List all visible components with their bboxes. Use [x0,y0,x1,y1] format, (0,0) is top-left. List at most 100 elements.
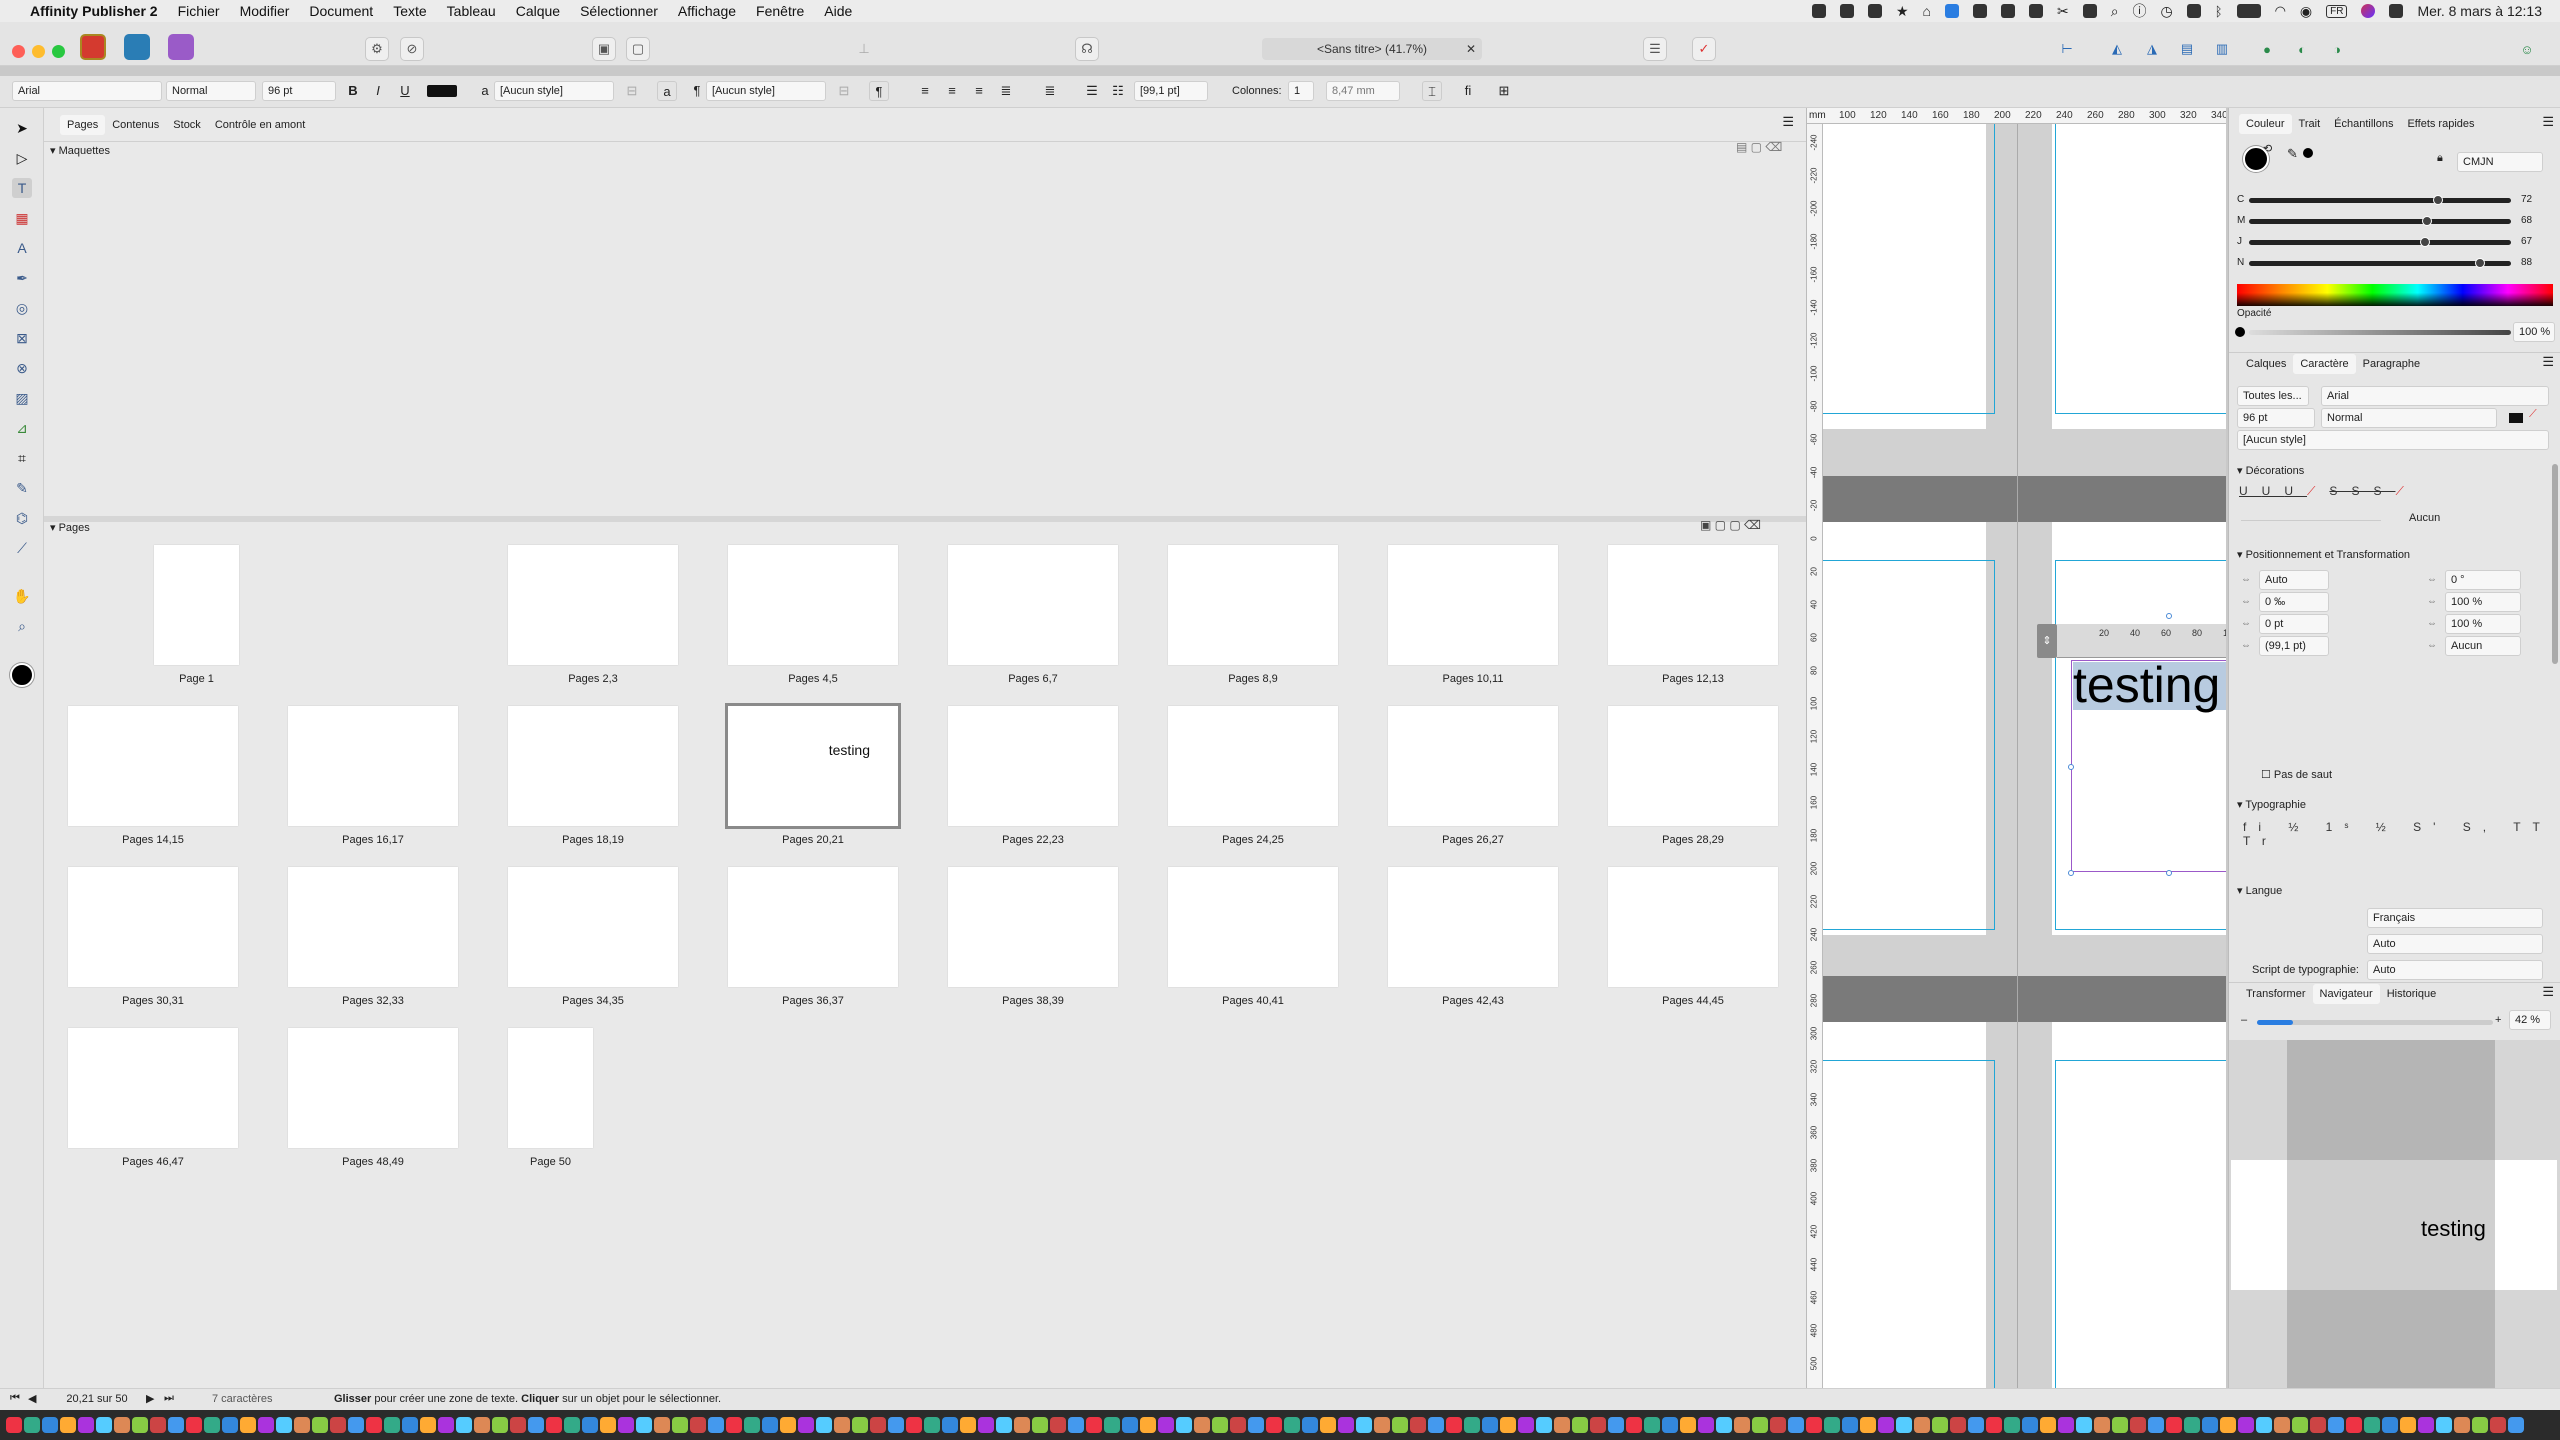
panel-scrollbar[interactable] [2552,464,2558,664]
dock-app-icon[interactable] [1194,1417,1210,1433]
dock-app-icon[interactable] [834,1417,850,1433]
dock-app-icon[interactable] [186,1417,202,1433]
opacity-slider[interactable] [2249,330,2511,335]
info-icon[interactable]: ⓘ [2133,1,2147,21]
page-thumbnail[interactable] [1168,706,1338,826]
boolean-add-icon[interactable]: ● [2255,37,2279,61]
siri-icon[interactable] [2361,4,2376,18]
dock-app-icon[interactable] [2148,1417,2164,1433]
master-options-icon[interactable]: ▤ ▢ ⌫ [1736,140,1782,154]
dock-app-icon[interactable] [2490,1417,2506,1433]
dock-app-icon[interactable] [132,1417,148,1433]
dock-app-icon[interactable] [906,1417,922,1433]
wifi-icon[interactable]: ◠ [2275,3,2286,19]
page-thumbnail[interactable] [68,1028,238,1148]
flip-horizontal-icon[interactable]: ◭ [2105,37,2129,61]
dock-app-icon[interactable] [2256,1417,2272,1433]
align-left-icon[interactable]: ⊢ [2055,37,2079,61]
dock-app-icon[interactable] [2076,1417,2092,1433]
no-break-checkbox[interactable]: ☐ Pas de saut [2261,768,2332,781]
rotation-handle[interactable] [2166,613,2172,619]
dock-app-icon[interactable] [1230,1417,1246,1433]
dock-app-icon[interactable] [2040,1417,2056,1433]
dock-app-icon[interactable] [204,1417,220,1433]
dock-app-icon[interactable] [1464,1417,1480,1433]
dock-app-icon[interactable] [816,1417,832,1433]
panel-menu-icon[interactable]: ☰ [2542,354,2554,370]
justify-text-icon[interactable]: ≣ [996,81,1016,101]
page-options-icon[interactable]: ▣ ▢ ▢ ⌫ [1700,518,1761,532]
positioning-field[interactable]: 100 % [2445,592,2521,612]
dock-app-icon[interactable] [420,1417,436,1433]
dock-app-icon[interactable] [1572,1417,1588,1433]
page-thumbnail[interactable] [1168,545,1338,665]
dock-app-icon[interactable] [2166,1417,2182,1433]
dock-app-icon[interactable] [2418,1417,2434,1433]
color-mode-select[interactable]: CMJN [2457,152,2543,172]
tab-couleur[interactable]: Couleur [2239,114,2292,134]
zoom-in-button[interactable]: + [2495,1014,2501,1026]
dock-app-icon[interactable] [1338,1417,1354,1433]
crop-tool-icon[interactable]: ⌗ [12,448,32,468]
panel-menu-icon[interactable]: ☰ [2542,984,2554,1000]
char-color-swatch[interactable] [2509,413,2523,423]
fill-tool-icon[interactable]: ⌬ [12,508,32,528]
dock-app-icon[interactable] [960,1417,976,1433]
photo-persona-icon[interactable] [168,34,194,60]
cmyk-slider[interactable] [2249,219,2511,224]
next-page-icon[interactable]: ▶ [146,1392,154,1405]
view-mode-icon[interactable]: ▣ [592,37,616,61]
cmyk-slider-knob[interactable] [2474,258,2485,268]
menu-texte[interactable]: Texte [383,0,436,22]
document-title[interactable]: <Sans titre> (41.7%) ✕ [1262,38,1482,60]
font-family-field[interactable]: Arial [12,81,162,101]
dock-app-icon[interactable] [1554,1417,1570,1433]
dock-app-icon[interactable] [1896,1417,1912,1433]
page-thumbnail[interactable] [1608,706,1778,826]
page-thumbnail[interactable] [508,545,678,665]
dock-app-icon[interactable] [1788,1417,1804,1433]
dock-app-icon[interactable] [564,1417,580,1433]
prev-page-icon[interactable]: ◀ [28,1392,36,1405]
bullet-list-icon[interactable]: ☰ [1082,81,1102,101]
dock-app-icon[interactable] [996,1417,1012,1433]
vertical-align-icon[interactable]: ≣ [1040,81,1060,101]
page-thumbnail[interactable] [288,1028,458,1148]
page-thumbnail[interactable] [728,545,898,665]
decoration-buttons[interactable]: UUU⟋SSS⟋ [2239,484,2418,499]
table-tool-icon[interactable]: ▦ [12,208,32,228]
cmyk-value[interactable]: 67 [2521,236,2532,247]
tab-navigateur[interactable]: Navigateur [2312,984,2380,1004]
cmyk-slider[interactable] [2249,240,2511,245]
cmyk-slider-knob[interactable] [2419,237,2430,247]
positioning-field[interactable]: (99,1 pt) [2259,636,2329,656]
selection-handle[interactable] [2166,870,2172,876]
dock-app-icon[interactable] [942,1417,958,1433]
dock-app-icon[interactable] [2382,1417,2398,1433]
dock-app-icon[interactable] [1392,1417,1408,1433]
dock-app-icon[interactable] [2220,1417,2236,1433]
tab-controle[interactable]: Contrôle en amont [208,115,313,135]
dock-app-icon[interactable] [672,1417,688,1433]
dock-app-icon[interactable] [852,1417,868,1433]
tab-historique[interactable]: Historique [2380,984,2444,1004]
font-style-field[interactable]: Normal [166,81,256,101]
baseline-grid-icon[interactable]: ⊞ [1494,81,1514,101]
dropbox-icon[interactable] [1811,4,1826,18]
clipboard-icon[interactable] [1972,4,1987,18]
positioning-field[interactable]: 0 pt [2259,614,2329,634]
positioning-field[interactable]: Auto [2259,570,2329,590]
menu-selectionner[interactable]: Sélectionner [570,0,668,22]
dock-app-icon[interactable] [1302,1417,1318,1433]
tab-caractere[interactable]: Caractère [2293,354,2356,374]
dock-app-icon[interactable] [1968,1417,1984,1433]
menu-fichier[interactable]: Fichier [168,0,230,22]
screen-icon[interactable] [2000,4,2015,18]
ellipse-frame-tool-icon[interactable]: ⊗ [12,358,32,378]
underline-button[interactable]: U [395,81,415,101]
page-thumbnail[interactable] [508,1028,593,1148]
dock-app-icon[interactable] [2022,1417,2038,1433]
dock-app-icon[interactable] [1014,1417,1030,1433]
dock-app-icon[interactable] [402,1417,418,1433]
clear-char-style-icon[interactable]: ⊟ [622,81,642,101]
